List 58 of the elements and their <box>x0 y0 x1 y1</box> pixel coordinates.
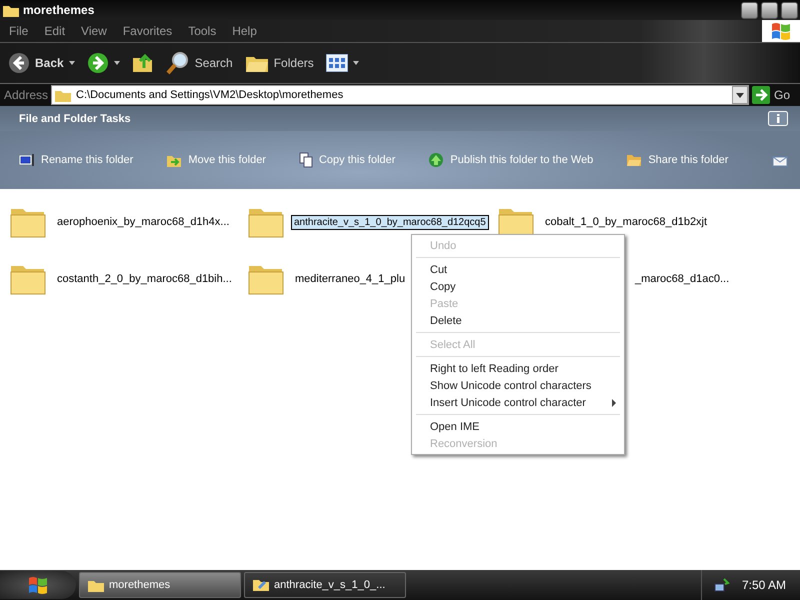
caret-icon[interactable] <box>352 61 359 65</box>
folder-name[interactable]: _maroc68_d1ac0... <box>635 273 730 285</box>
window-title: morethemes <box>23 3 94 17</box>
task-link[interactable]: Share this folder <box>626 153 728 167</box>
rename-field[interactable]: anthracite_v_s_1_0_by_maroc68_d12qcq5 <box>291 214 489 230</box>
network-icon[interactable] <box>714 577 730 593</box>
menu-item[interactable]: Favorites <box>114 24 180 38</box>
folder-icon <box>626 153 642 167</box>
go-arrow-icon <box>752 86 770 104</box>
search-icon <box>166 51 190 75</box>
folder-name[interactable]: mediterraneo_4_1_plu <box>295 273 406 285</box>
rename-icon <box>19 153 35 167</box>
menu-item[interactable]: Insert Unicode control character <box>412 394 624 411</box>
menu-item[interactable]: Copy <box>412 278 624 295</box>
copy-icon <box>298 152 313 168</box>
menu-item[interactable]: Tools <box>179 24 224 38</box>
flag-logo-icon <box>27 575 49 595</box>
menu-item[interactable]: Edit <box>35 24 72 38</box>
menu-item[interactable]: Delete <box>412 312 624 329</box>
views-button[interactable] <box>326 54 359 72</box>
folder-name[interactable]: aerophoenix_by_maroc68_d1h4x... <box>57 216 230 228</box>
close-button[interactable] <box>781 2 798 18</box>
folder-icon <box>55 88 72 102</box>
menu-item[interactable]: Cut <box>412 261 624 278</box>
globe-arrow-icon <box>428 152 444 168</box>
clock: 7:50 AM <box>742 578 786 592</box>
maximize-button[interactable] <box>761 2 778 18</box>
folders-button[interactable]: Folders <box>244 52 314 74</box>
folder-icon <box>3 4 19 16</box>
menu-item[interactable]: File <box>0 24 36 38</box>
views-icon <box>326 54 348 72</box>
menu-item[interactable]: Show Unicode control characters <box>412 377 624 394</box>
folder-pencil-icon <box>253 578 269 592</box>
dropdown-button[interactable] <box>732 86 748 104</box>
forward-button[interactable] <box>86 52 120 74</box>
task-link[interactable]: Rename this folder <box>19 153 134 167</box>
menu-item[interactable]: Open IME <box>412 418 624 435</box>
caret-icon[interactable] <box>114 61 120 65</box>
up-folder-button[interactable] <box>132 52 154 74</box>
taskbar-button[interactable]: morethemes <box>79 572 241 598</box>
folder-name[interactable]: cobalt_1_0_by_maroc68_d1b2xjt <box>545 216 708 228</box>
info-icon[interactable] <box>768 111 788 126</box>
address-field[interactable]: C:\Documents and Settings\VM2\Desktop\morethemes <box>51 85 749 105</box>
submenu-arrow-icon <box>612 399 616 407</box>
go-button[interactable]: Go <box>752 86 796 104</box>
task-pane-title: File and Folder Tasks <box>19 112 131 124</box>
search-button[interactable]: Search <box>166 51 233 75</box>
menu-item[interactable]: Right to left Reading order <box>412 360 624 377</box>
minimize-button[interactable] <box>741 2 758 18</box>
taskbar-button[interactable]: anthracite_v_s_1_0_... <box>244 572 406 598</box>
menu-item[interactable]: Help <box>223 24 264 38</box>
folder-up-icon <box>132 52 154 74</box>
address-label: Address <box>4 88 48 102</box>
folder-name[interactable]: costanth_2_0_by_maroc68_d1bih... <box>57 273 232 285</box>
start-button[interactable] <box>0 571 76 599</box>
flag-logo-icon <box>762 20 800 42</box>
folder-icon <box>88 578 104 592</box>
menu-item[interactable]: View <box>72 24 114 38</box>
